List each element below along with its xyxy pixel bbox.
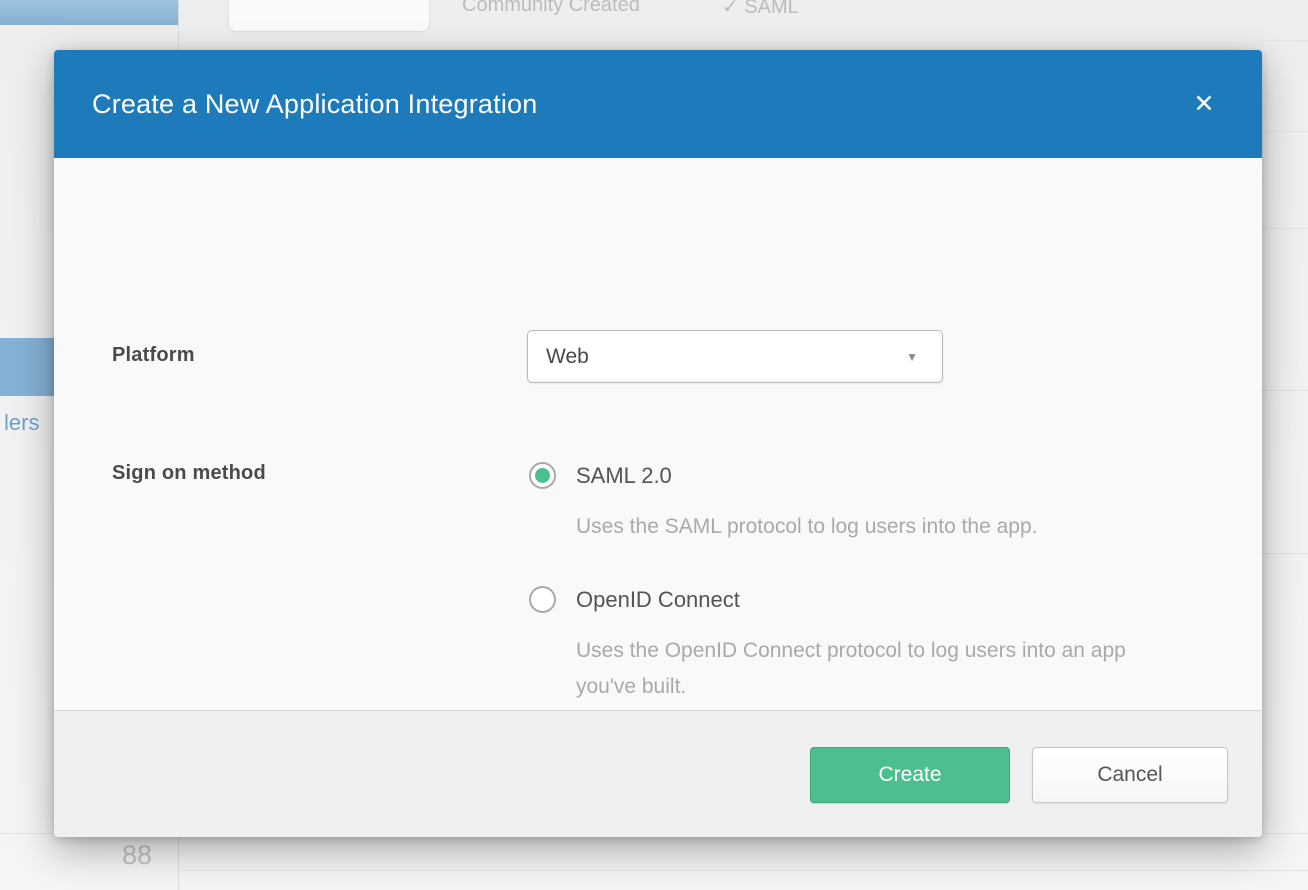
dialog-footer: Create Cancel (54, 710, 1262, 837)
background-row-divider (1262, 390, 1308, 391)
dialog-header: Create a New Application Integration ✕ (54, 50, 1262, 158)
radio-saml-description: Uses the SAML protocol to log users into… (576, 509, 1037, 545)
background-row-count: 88 (122, 840, 152, 871)
background-row-divider (1262, 131, 1308, 132)
background-nav-highlight (0, 0, 178, 25)
chevron-down-icon: ▼ (906, 350, 918, 364)
platform-select-value: Web (546, 345, 589, 369)
sign-on-method-label: Sign on method (112, 462, 266, 485)
background-sidebar-selected-item (0, 338, 56, 396)
radio-openid-description: Uses the OpenID Connect protocol to log … (576, 633, 1186, 705)
background-column-community-created: Community Created (462, 0, 640, 17)
background-row-divider (1262, 228, 1308, 229)
radio-openid-label[interactable]: OpenID Connect (576, 587, 740, 613)
close-icon[interactable]: ✕ (1186, 86, 1222, 122)
radio-selected-dot (535, 468, 550, 483)
create-button[interactable]: Create (810, 747, 1010, 803)
create-app-integration-dialog: Create a New Application Integration ✕ P… (54, 50, 1262, 837)
dialog-title: Create a New Application Integration (92, 89, 537, 120)
check-icon: ✓ (722, 0, 739, 18)
platform-label: Platform (112, 344, 195, 367)
background-row-divider (178, 870, 1308, 871)
background-button-outline (228, 0, 430, 32)
background-row-divider (1262, 40, 1308, 41)
platform-select[interactable]: Web ▼ (527, 330, 943, 383)
radio-openid[interactable] (529, 586, 556, 613)
dialog-body: Platform Web ▼ Sign on method SAML 2.0 U… (54, 158, 1262, 710)
background-providers-link-partial: lers (4, 410, 39, 436)
background-column-saml: ✓ SAML (722, 0, 799, 19)
radio-saml-label[interactable]: SAML 2.0 (576, 463, 672, 489)
cancel-button[interactable]: Cancel (1032, 747, 1228, 803)
background-row-divider (1262, 553, 1308, 554)
radio-saml[interactable] (529, 462, 556, 489)
